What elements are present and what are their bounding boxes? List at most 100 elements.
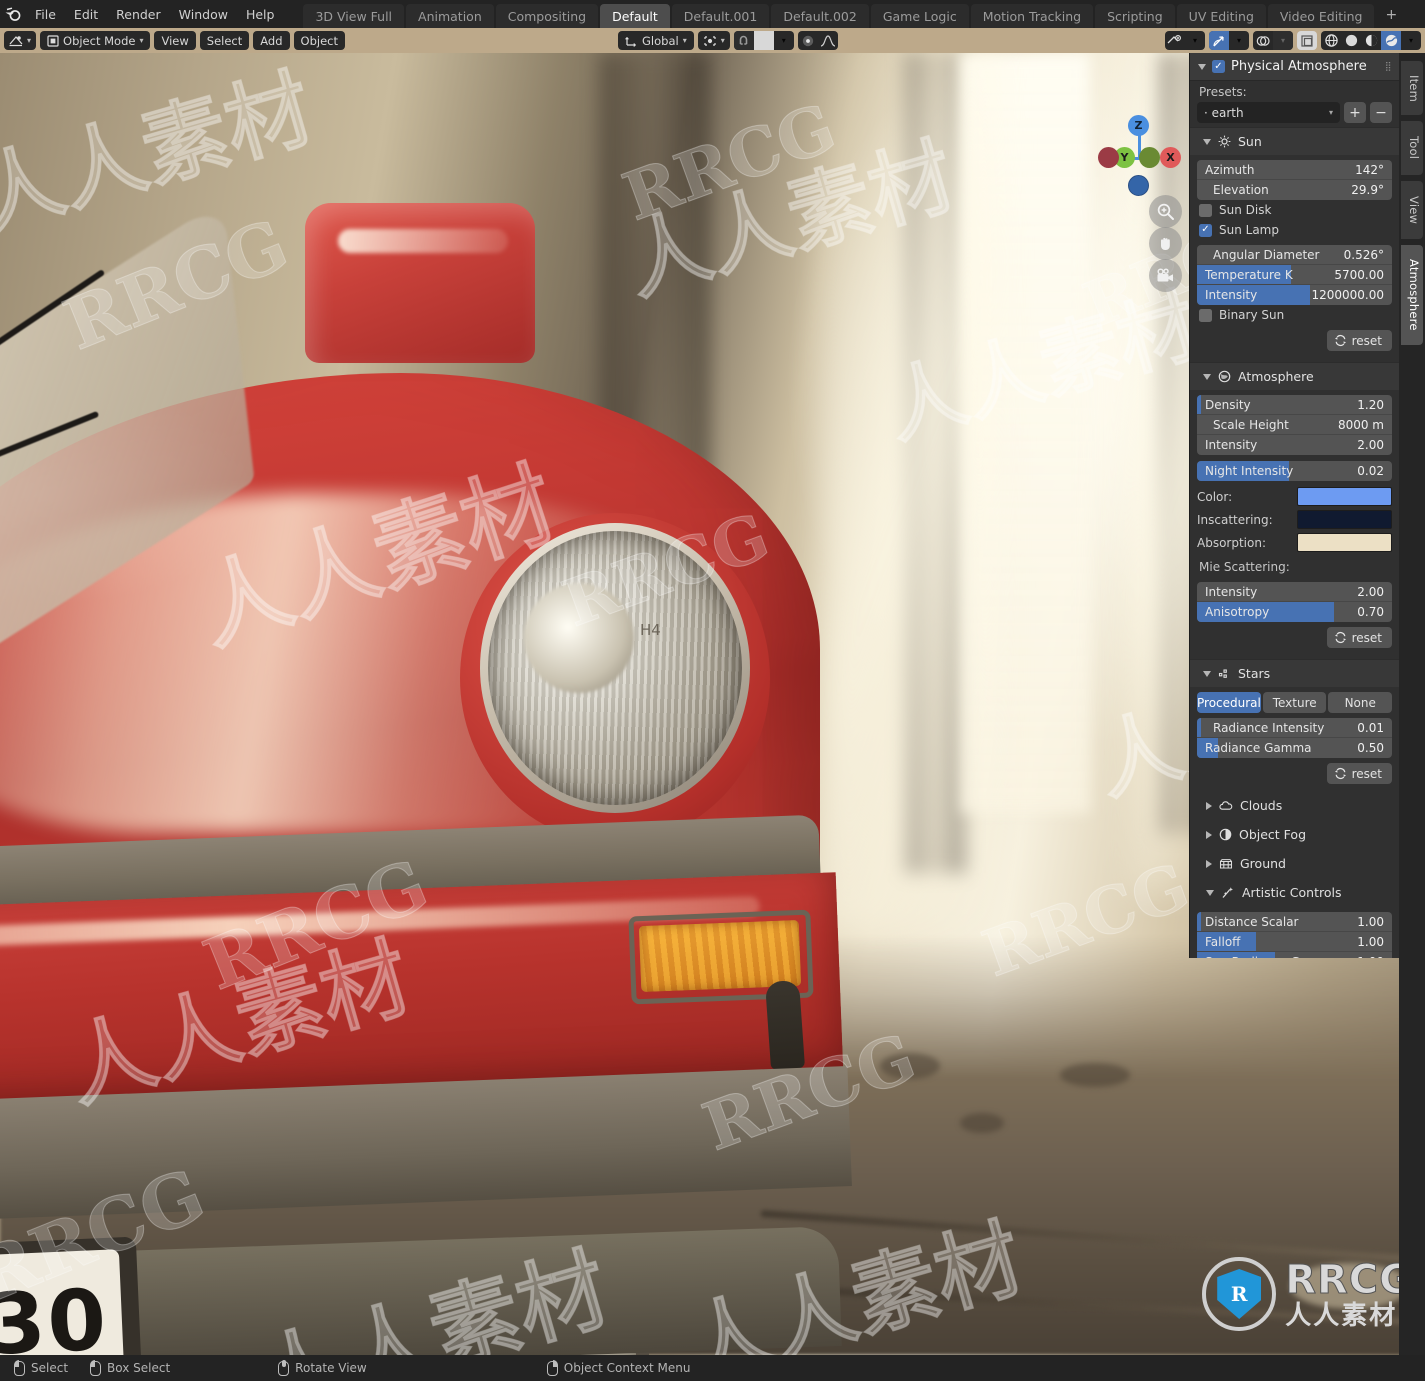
field-distance-scalar[interactable]: Distance Scalar 1.00 bbox=[1197, 912, 1392, 932]
gizmo-axis-z[interactable]: Z bbox=[1128, 115, 1149, 136]
blender-logo-icon[interactable] bbox=[0, 0, 26, 28]
workspace-tab-scripting[interactable]: Scripting bbox=[1095, 4, 1175, 28]
checkbox-row-binary-sun[interactable]: Binary Sun bbox=[1197, 305, 1392, 325]
section-header-object-fog[interactable]: Object Fog bbox=[1190, 820, 1399, 849]
checkbox-row-sun-lamp[interactable]: ✓ Sun Lamp bbox=[1197, 220, 1392, 240]
gizmo-axis-y-negative[interactable] bbox=[1139, 147, 1160, 168]
triangle-down-icon[interactable] bbox=[1203, 670, 1211, 677]
snap-dropdown[interactable]: ▾ bbox=[774, 31, 794, 50]
viewport-menu-select[interactable]: Select bbox=[199, 31, 250, 50]
shading-dropdown[interactable]: ▾ bbox=[1401, 31, 1421, 50]
gizmo-axis-x-negative[interactable] bbox=[1098, 147, 1119, 168]
overlays-icon[interactable] bbox=[1253, 31, 1273, 50]
section-header-artistic-controls[interactable]: Artistic Controls bbox=[1190, 878, 1399, 907]
panel-header[interactable]: ✓ Physical Atmosphere ⣿ bbox=[1190, 53, 1399, 81]
xray-icon[interactable] bbox=[1297, 31, 1317, 50]
field-falloff[interactable]: Falloff 1.00 bbox=[1197, 932, 1392, 952]
triangle-down-icon[interactable] bbox=[1206, 889, 1214, 896]
remove-preset-button[interactable]: − bbox=[1370, 102, 1392, 123]
field-density[interactable]: Density 1.20 bbox=[1197, 395, 1392, 415]
workspace-tab-game-logic[interactable]: Game Logic bbox=[870, 4, 969, 28]
drag-grip-icon[interactable]: ⣿ bbox=[1385, 62, 1393, 72]
absorption-color-swatch[interactable] bbox=[1297, 533, 1392, 552]
viewport-menu-add[interactable]: Add bbox=[253, 31, 290, 50]
viewport-menu-object[interactable]: Object bbox=[293, 31, 345, 50]
checkbox-row-sun-disk[interactable]: Sun Disk bbox=[1197, 200, 1392, 220]
sun-reset-button[interactable]: reset bbox=[1326, 330, 1392, 351]
field-elevation[interactable]: Elevation 29.9° bbox=[1197, 180, 1392, 200]
field-night-intensity[interactable]: Night Intensity 0.02 bbox=[1197, 461, 1392, 481]
zoom-magnifier-icon[interactable] bbox=[1149, 195, 1182, 228]
triangle-down-icon[interactable] bbox=[1203, 138, 1211, 145]
triangle-right-icon[interactable] bbox=[1206, 859, 1212, 868]
menu-help[interactable]: Help bbox=[237, 3, 284, 26]
add-preset-button[interactable]: + bbox=[1344, 102, 1366, 123]
workspace-tab-3d-view-full[interactable]: 3D View Full bbox=[303, 4, 405, 28]
add-workspace-button[interactable]: + bbox=[1376, 2, 1406, 28]
viewport-menu-view[interactable]: View bbox=[154, 31, 196, 50]
stars-mode-texture[interactable]: Texture bbox=[1262, 692, 1327, 713]
overlays-dropdown[interactable]: ▾ bbox=[1273, 31, 1293, 50]
sidebar-tab-item[interactable]: Item bbox=[1401, 61, 1423, 115]
preset-dropdown[interactable]: · earth ▾ bbox=[1197, 102, 1340, 123]
object-mode-selector[interactable]: Object Mode ▾ bbox=[40, 31, 151, 50]
gizmo-icon[interactable] bbox=[1209, 31, 1229, 50]
inscattering-color-swatch[interactable] bbox=[1297, 510, 1392, 529]
triangle-right-icon[interactable] bbox=[1206, 830, 1212, 839]
sidebar-tab-atmosphere[interactable]: Atmosphere bbox=[1401, 245, 1423, 345]
gizmo-axis-z-negative[interactable] bbox=[1128, 175, 1149, 196]
stars-reset-button[interactable]: reset bbox=[1326, 763, 1392, 784]
menu-window[interactable]: Window bbox=[170, 3, 237, 26]
workspace-tab-animation[interactable]: Animation bbox=[406, 4, 494, 28]
physical-atmosphere-checkbox[interactable]: ✓ bbox=[1212, 60, 1225, 73]
editor-type-selector[interactable]: ▾ bbox=[4, 31, 37, 50]
section-header-atmosphere[interactable]: Atmosphere bbox=[1190, 362, 1399, 390]
field-radiance-intensity[interactable]: Radiance Intensity 0.01 bbox=[1197, 718, 1392, 738]
snap-target-icon[interactable] bbox=[753, 31, 774, 50]
shading-rendered-icon[interactable] bbox=[1381, 31, 1401, 50]
shading-material-preview-icon[interactable] bbox=[1361, 31, 1381, 50]
shading-wireframe-icon[interactable] bbox=[1321, 31, 1341, 50]
proportional-edit-icon[interactable] bbox=[798, 31, 818, 50]
sun-lamp-checkbox[interactable]: ✓ bbox=[1199, 223, 1212, 237]
section-header-sun[interactable]: Sun bbox=[1190, 127, 1399, 155]
field-sun-radiance-gamma[interactable]: Sun Radiance Gamma 1.00 bbox=[1197, 952, 1392, 958]
atmosphere-color-swatch[interactable] bbox=[1297, 487, 1392, 506]
transform-orientation-selector[interactable]: Global ▾ bbox=[618, 31, 694, 50]
binary-sun-checkbox[interactable] bbox=[1199, 308, 1212, 322]
workspace-tab-video-editing[interactable]: Video Editing bbox=[1267, 4, 1375, 28]
stars-mode-none[interactable]: None bbox=[1328, 692, 1392, 713]
field-sun-intensity[interactable]: Intensity 1200000.00 bbox=[1197, 285, 1392, 305]
pivot-point-selector[interactable]: ▾ bbox=[697, 31, 730, 50]
field-scale-height[interactable]: Scale Height 8000 m bbox=[1197, 415, 1392, 435]
section-header-stars[interactable]: Stars bbox=[1190, 659, 1399, 687]
field-radiance-gamma[interactable]: Radiance Gamma 0.50 bbox=[1197, 738, 1392, 758]
section-header-clouds[interactable]: Clouds bbox=[1190, 791, 1399, 820]
triangle-down-icon[interactable] bbox=[1203, 373, 1211, 380]
field-atmosphere-intensity[interactable]: Intensity 2.00 bbox=[1197, 435, 1392, 455]
field-azimuth[interactable]: Azimuth 142° bbox=[1197, 160, 1392, 180]
workspace-tab-compositing[interactable]: Compositing bbox=[495, 4, 599, 28]
atmosphere-reset-button[interactable]: reset bbox=[1326, 627, 1392, 648]
sun-disk-checkbox[interactable] bbox=[1199, 203, 1212, 217]
gizmo-dropdown[interactable]: ▾ bbox=[1229, 31, 1249, 50]
falloff-curve-icon[interactable] bbox=[818, 31, 838, 50]
field-anisotropy[interactable]: Anisotropy 0.70 bbox=[1197, 602, 1392, 622]
camera-view-icon[interactable] bbox=[1149, 259, 1182, 292]
field-mie-intensity[interactable]: Intensity 2.00 bbox=[1197, 582, 1392, 602]
visibility-dropdown[interactable]: ▾ bbox=[1185, 31, 1205, 50]
gizmo-axis-x[interactable]: X bbox=[1160, 147, 1181, 168]
sidebar-tab-view[interactable]: View bbox=[1401, 181, 1423, 239]
stars-mode-procedural[interactable]: Procedural bbox=[1197, 692, 1261, 713]
shading-solid-icon[interactable] bbox=[1341, 31, 1361, 50]
menu-edit[interactable]: Edit bbox=[65, 3, 107, 26]
section-header-ground[interactable]: Ground bbox=[1190, 849, 1399, 878]
workspace-tab-motion-tracking[interactable]: Motion Tracking bbox=[970, 4, 1094, 28]
sidebar-tab-tool[interactable]: Tool bbox=[1401, 121, 1423, 175]
pan-hand-icon[interactable] bbox=[1149, 227, 1182, 260]
snap-magnet-icon[interactable] bbox=[733, 31, 754, 50]
menu-file[interactable]: File bbox=[26, 3, 65, 26]
workspace-tab-default-001[interactable]: Default.001 bbox=[671, 4, 770, 28]
field-temperature-k[interactable]: Temperature K 5700.00 bbox=[1197, 265, 1392, 285]
triangle-right-icon[interactable] bbox=[1206, 801, 1212, 810]
